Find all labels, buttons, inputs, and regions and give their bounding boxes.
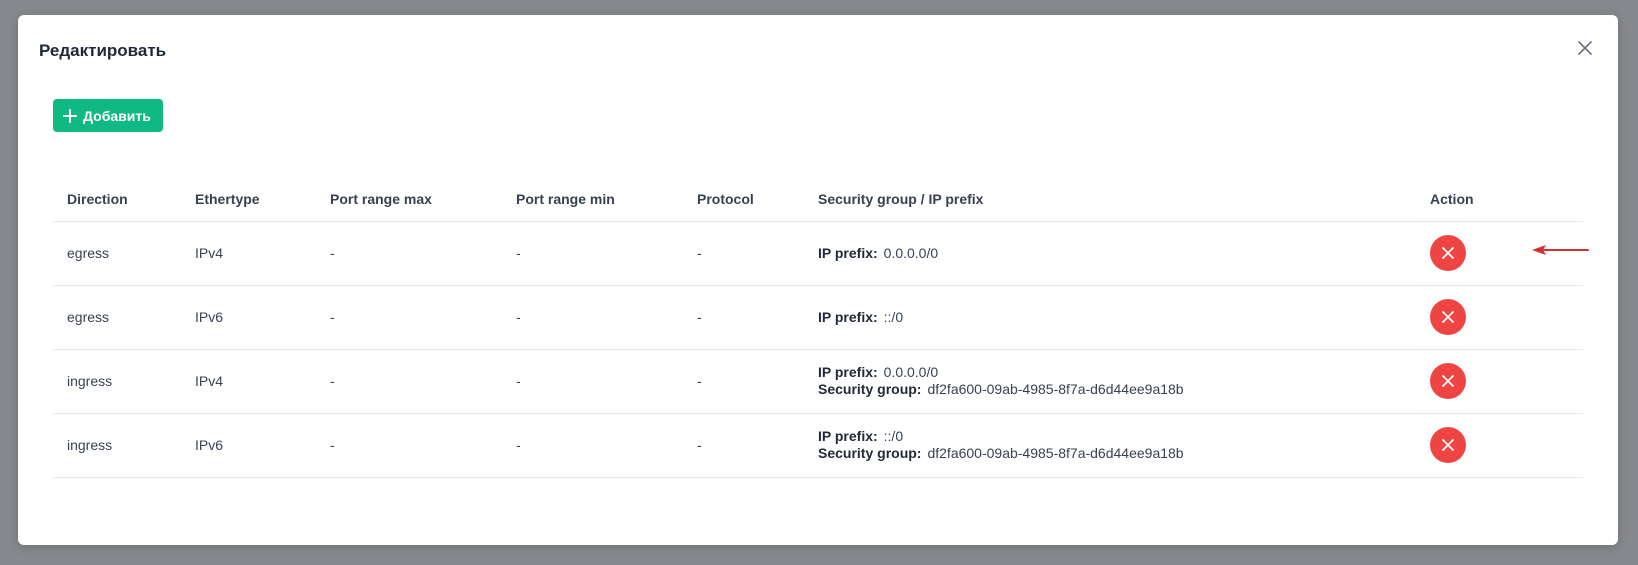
column-header-protocol: Protocol — [683, 177, 804, 222]
modal-title: Редактировать — [39, 41, 167, 60]
cell-port-max: - — [316, 285, 502, 350]
ip-prefix-value: ::/0 — [883, 428, 904, 444]
cell-direction: ingress — [53, 349, 181, 414]
add-button-label: Добавить — [83, 107, 151, 124]
plus-icon — [63, 108, 77, 123]
cell-security-group: IP prefix: 0.0.0.0/0 — [804, 221, 1416, 286]
security-group-line: Security group: df2fa600-09ab-4985-8f7a-d… — [818, 381, 1402, 398]
cell-protocol: - — [683, 285, 804, 350]
column-header-port-range-max: Port range max — [316, 177, 502, 222]
add-rule-button[interactable]: Добавить — [53, 99, 163, 132]
ip-prefix-value: 0.0.0.0/0 — [883, 244, 939, 261]
cell-port-min: - — [502, 221, 683, 286]
ip-prefix-line: IP prefix:::/0 — [818, 428, 1402, 445]
cell-security-group: IP prefix:::/0 — [804, 285, 1416, 350]
ip-prefix-value: 0.0.0.0/0 — [883, 364, 939, 380]
arrow-left-icon — [1532, 245, 1589, 255]
delete-rule-button[interactable] — [1430, 235, 1466, 271]
close-icon — [1578, 41, 1592, 55]
cell-action — [1416, 285, 1583, 350]
table-row: egress IPv6 - - - IP prefix:::/0 — [53, 285, 1583, 350]
security-group-label: Security group: — [818, 381, 922, 397]
cell-port-max: - — [316, 349, 502, 414]
ip-prefix-label: IP prefix: — [818, 308, 878, 325]
close-button[interactable] — [1574, 37, 1596, 59]
column-header-security-group: Security group / IP prefix — [804, 177, 1416, 222]
cell-ethertype: IPv4 — [181, 221, 316, 286]
cell-action — [1416, 349, 1583, 414]
cell-ethertype: IPv6 — [181, 285, 316, 350]
x-icon — [1442, 311, 1454, 323]
delete-rule-button[interactable] — [1430, 427, 1466, 463]
security-group-value: df2fa600-09ab-4985-8f7a-d6d44ee9a18b — [927, 445, 1184, 461]
delete-rule-button[interactable] — [1430, 299, 1466, 335]
column-header-port-range-min: Port range min — [502, 177, 683, 222]
ip-prefix-label: IP prefix: — [818, 364, 878, 380]
x-icon — [1442, 375, 1454, 387]
cell-security-group: IP prefix:::/0 Security group: df2fa600-0… — [804, 413, 1416, 478]
column-header-action: Action — [1416, 177, 1583, 222]
cell-direction: egress — [53, 285, 181, 350]
x-icon — [1442, 439, 1454, 451]
x-icon — [1442, 247, 1454, 259]
cell-protocol: - — [683, 349, 804, 414]
cell-protocol: - — [683, 221, 804, 286]
security-group-label: Security group: — [818, 445, 922, 461]
cell-direction: egress — [53, 221, 181, 286]
cell-port-min: - — [502, 285, 683, 350]
edit-modal: Редактировать Добавить Direction Etherty… — [18, 15, 1618, 545]
cell-action — [1416, 413, 1583, 478]
delete-rule-button[interactable] — [1430, 363, 1466, 399]
table-row: egress IPv4 - - - IP prefix: 0.0.0.0/0 — [53, 221, 1583, 286]
cell-port-min: - — [502, 413, 683, 478]
column-header-direction: Direction — [53, 177, 181, 222]
cell-protocol: - — [683, 413, 804, 478]
column-header-ethertype: Ethertype — [181, 177, 316, 222]
cell-ethertype: IPv4 — [181, 349, 316, 414]
cell-ethertype: IPv6 — [181, 413, 316, 478]
cell-port-max: - — [316, 413, 502, 478]
ip-prefix-label: IP prefix: — [818, 244, 878, 261]
table-row: ingress IPv4 - - - IP prefix: 0.0.0.0/0 S… — [53, 349, 1583, 414]
security-group-line: Security group: df2fa600-09ab-4985-8f7a-d… — [818, 445, 1402, 462]
ip-prefix-line: IP prefix: 0.0.0.0/0 — [818, 364, 1402, 381]
cell-port-min: - — [502, 349, 683, 414]
ip-prefix-line: IP prefix:::/0 — [818, 309, 1402, 326]
cell-direction: ingress — [53, 413, 181, 478]
ip-prefix-line: IP prefix: 0.0.0.0/0 — [818, 245, 1402, 262]
rules-table: Direction Ethertype Port range max Port … — [53, 177, 1583, 478]
cell-port-max: - — [316, 221, 502, 286]
security-group-value: df2fa600-09ab-4985-8f7a-d6d44ee9a18b — [927, 381, 1184, 397]
cell-security-group: IP prefix: 0.0.0.0/0 Security group: df2fa… — [804, 349, 1416, 414]
table-row: ingress IPv6 - - - IP prefix:::/0 Securi… — [53, 413, 1583, 478]
ip-prefix-value: ::/0 — [883, 308, 904, 325]
table-header-row: Direction Ethertype Port range max Port … — [53, 177, 1583, 222]
ip-prefix-label: IP prefix: — [818, 428, 878, 444]
